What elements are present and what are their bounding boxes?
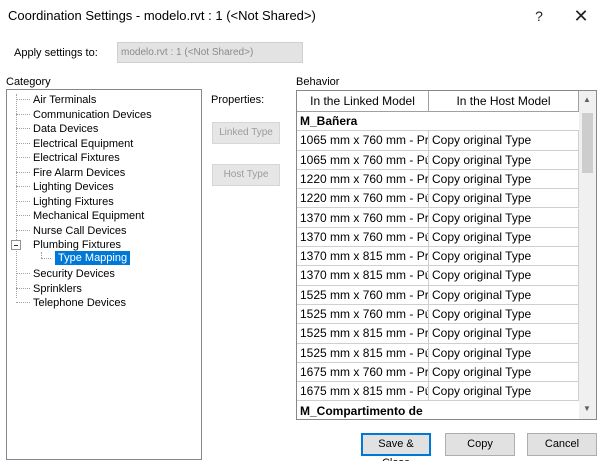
host-behavior-cell[interactable]: Copy original Type: [429, 131, 579, 151]
linked-type-cell: 1370 mm x 815 mm - Pri: [297, 247, 429, 267]
grid-row[interactable]: 1220 mm x 760 mm - Pú Copy original Type: [297, 189, 579, 209]
linked-type-cell: 1675 mm x 815 mm - Pú: [297, 382, 429, 402]
host-behavior-cell[interactable]: Copy original Type: [429, 169, 579, 189]
coordination-settings-dialog: Coordination Settings - modelo.rvt : 1 (…: [0, 0, 603, 461]
grid-row[interactable]: 1525 mm x 760 mm - Pri Copy original Type: [297, 285, 579, 305]
tree-item-type-mapping[interactable]: Type Mapping: [55, 251, 131, 265]
host-behavior-cell[interactable]: Copy original Type: [429, 247, 579, 267]
window-title: Coordination Settings - modelo.rvt : 1 (…: [8, 8, 316, 23]
tree-item-security-devices[interactable]: Security Devices: [7, 267, 201, 281]
host-type-button: Host Type: [212, 164, 280, 186]
grid-row[interactable]: 1525 mm x 760 mm - Pú Copy original Type: [297, 305, 579, 325]
column-header-host-model[interactable]: In the Host Model: [429, 91, 579, 112]
linked-type-button: Linked Type: [212, 122, 280, 144]
tree-item-fire-alarm-devices[interactable]: Fire Alarm Devices: [7, 166, 201, 180]
host-behavior-cell[interactable]: Copy original Type: [429, 362, 579, 382]
grid-row[interactable]: 1370 mm x 815 mm - Pri Copy original Type: [297, 247, 579, 267]
host-behavior-cell[interactable]: Copy original Type: [429, 305, 579, 324]
linked-type-cell: 1370 mm x 815 mm - Pú: [297, 266, 429, 286]
linked-type-cell: 1065 mm x 760 mm - Pú: [297, 150, 429, 170]
grid-row[interactable]: 1675 mm x 760 mm - Pri Copy original Type: [297, 362, 579, 383]
host-behavior-cell[interactable]: Copy original Type: [429, 208, 579, 228]
vertical-scrollbar[interactable]: ▲ ▼: [579, 91, 596, 419]
host-behavior-cell[interactable]: Copy original Type: [429, 285, 579, 305]
behavior-grid[interactable]: In the Linked Model In the Host Model M_…: [296, 90, 597, 420]
linked-type-cell: 1370 mm x 760 mm - Pú: [297, 227, 429, 247]
title-bar[interactable]: Coordination Settings - modelo.rvt : 1 (…: [0, 0, 603, 32]
linked-type-cell: 1370 mm x 760 mm - Pri: [297, 208, 429, 228]
scroll-down-icon[interactable]: ▼: [583, 404, 591, 413]
tree-item-air-terminals[interactable]: Air Terminals: [7, 93, 201, 107]
grid-row[interactable]: 1220 mm x 760 mm - Pri Copy original Type: [297, 169, 579, 190]
host-behavior-cell[interactable]: Copy original Type: [429, 227, 579, 247]
grid-header: In the Linked Model In the Host Model: [297, 91, 579, 112]
cancel-button[interactable]: Cancel: [527, 433, 597, 456]
host-behavior-cell[interactable]: Copy original Type: [429, 150, 579, 170]
family-name-cell: M_Compartimento de: [300, 403, 423, 418]
linked-type-cell: 1065 mm x 760 mm - Pri: [297, 131, 429, 151]
close-icon[interactable]: ✕: [566, 3, 596, 29]
grid-row[interactable]: 1370 mm x 760 mm - Pú Copy original Type: [297, 227, 579, 248]
linked-type-cell: 1525 mm x 815 mm - Pú: [297, 343, 429, 363]
tree-item-sprinklers[interactable]: Sprinklers: [7, 282, 201, 296]
host-behavior-cell[interactable]: Copy original Type: [429, 382, 579, 402]
category-label: Category: [6, 76, 51, 88]
properties-label: Properties:: [211, 94, 265, 106]
tree-item-communication-devices[interactable]: Communication Devices: [7, 108, 201, 122]
tree-item-telephone-devices[interactable]: Telephone Devices: [7, 296, 201, 310]
grid-row[interactable]: 1370 mm x 815 mm - Pú Copy original Type: [297, 266, 579, 286]
tree-item-plumbing-fixtures[interactable]: Plumbing Fixtures: [7, 238, 201, 252]
help-button[interactable]: ?: [526, 3, 552, 29]
grid-row[interactable]: 1675 mm x 815 mm - Pú Copy original Type: [297, 382, 579, 402]
column-header-linked-model[interactable]: In the Linked Model: [297, 91, 429, 112]
linked-type-cell: 1220 mm x 760 mm - Pri: [297, 169, 429, 189]
family-name-cell: M_Bañera: [300, 114, 358, 128]
scrollbar-thumb[interactable]: [582, 113, 593, 173]
grid-row[interactable]: 1065 mm x 760 mm - Pú Copy original Type: [297, 150, 579, 170]
linked-type-cell: 1525 mm x 760 mm - Pri: [297, 285, 429, 305]
apply-settings-label: Apply settings to:: [14, 47, 98, 59]
grid-row[interactable]: 1065 mm x 760 mm - Pri Copy original Type: [297, 131, 579, 151]
grid-group-row[interactable]: M_Bañera: [297, 112, 579, 132]
linked-type-cell: 1220 mm x 760 mm - Pú: [297, 189, 429, 209]
tree-item-lighting-devices[interactable]: Lighting Devices: [7, 180, 201, 194]
host-behavior-cell[interactable]: Copy original Type: [429, 189, 579, 209]
tree-child-connector-h: [41, 258, 51, 259]
grid-row[interactable]: 1525 mm x 815 mm - Pri Copy original Type: [297, 324, 579, 344]
host-behavior-cell[interactable]: Copy original Type: [429, 324, 579, 344]
copy-button[interactable]: Copy: [445, 433, 515, 456]
grid-row[interactable]: 1525 mm x 815 mm - Pú Copy original Type: [297, 343, 579, 363]
tree-item-lighting-fixtures[interactable]: Lighting Fixtures: [7, 195, 201, 209]
host-behavior-cell[interactable]: Copy original Type: [429, 266, 579, 286]
behavior-label: Behavior: [296, 76, 340, 88]
save-close-button[interactable]: Save & Close: [361, 433, 431, 461]
host-behavior-cell[interactable]: Copy original Type: [429, 343, 579, 363]
linked-type-cell: 1675 mm x 760 mm - Pri: [297, 362, 429, 382]
tree-item-electrical-fixtures[interactable]: Electrical Fixtures: [7, 151, 201, 165]
tree-item-electrical-equipment[interactable]: Electrical Equipment: [7, 137, 201, 151]
category-tree[interactable]: Air Terminals Communication Devices Data…: [6, 89, 202, 460]
collapse-icon[interactable]: [11, 240, 21, 250]
grid-group-row[interactable]: M_Compartimento de: [297, 402, 579, 420]
scroll-up-icon[interactable]: ▲: [583, 95, 591, 104]
tree-item-data-devices[interactable]: Data Devices: [7, 122, 201, 136]
apply-settings-dropdown: modelo.rvt : 1 (<Not Shared>): [117, 42, 303, 63]
grid-row[interactable]: 1370 mm x 760 mm - Pri Copy original Type: [297, 208, 579, 228]
linked-type-cell: 1525 mm x 760 mm - Pú: [297, 305, 429, 324]
linked-type-cell: 1525 mm x 815 mm - Pri: [297, 324, 429, 344]
tree-item-mechanical-equipment[interactable]: Mechanical Equipment: [7, 209, 201, 223]
tree-item-nurse-call-devices[interactable]: Nurse Call Devices: [7, 224, 201, 238]
